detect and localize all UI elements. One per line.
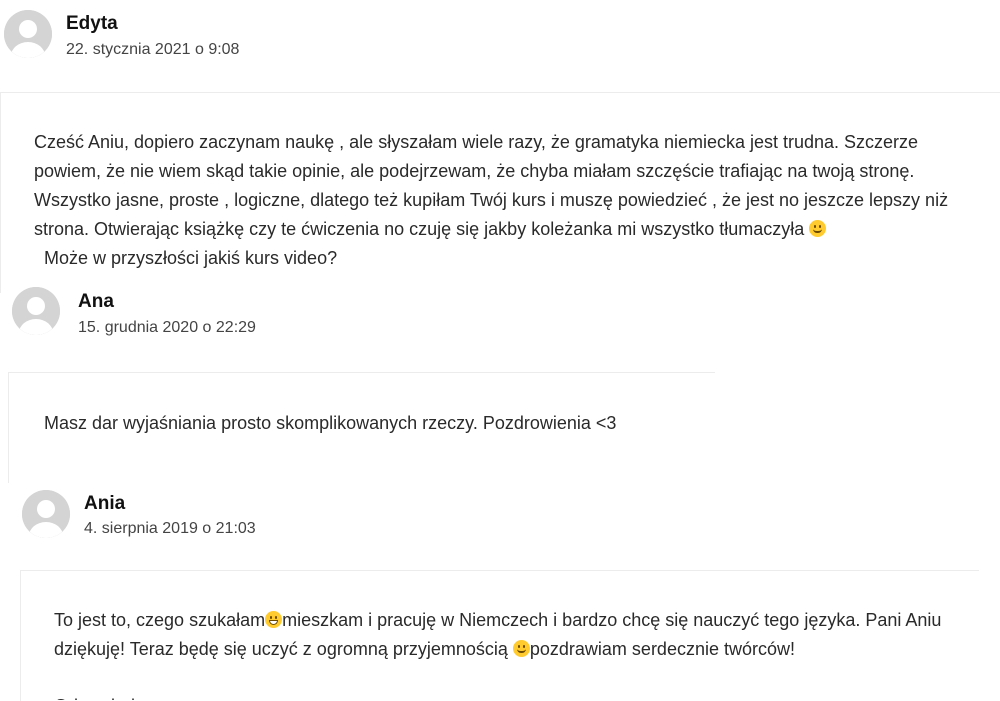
reply-link[interactable]: Odpowiedz: [54, 692, 144, 700]
comment-author[interactable]: Ana: [78, 291, 114, 313]
comment-author[interactable]: Edyta: [66, 13, 118, 35]
grinning-face-icon: [265, 611, 283, 628]
comment-date[interactable]: 15. grudnia 2020 o 22:29: [78, 319, 256, 337]
comment-date[interactable]: 22. stycznia 2021 o 9:08: [66, 41, 239, 59]
avatar: [4, 10, 52, 58]
user-silhouette-icon: [22, 490, 70, 538]
comment-text-part: Może w przyszłości jakiś kurs video?: [34, 248, 338, 268]
comment-text: Cześć Aniu, dopiero zaczynam naukę , ale…: [34, 128, 984, 273]
comment-date[interactable]: 4. sierpnia 2019 o 21:03: [84, 520, 256, 538]
comment-text-part: pozdrawiam serdecznie twórców!: [529, 639, 795, 659]
comment-text: To jest to, czego szukałam mieszkam i pra…: [54, 606, 974, 664]
avatar: [12, 287, 60, 335]
comment-text: Masz dar wyjaśniania prosto skomplikowan…: [44, 409, 724, 438]
avatar: [22, 490, 70, 538]
slightly-smiling-face-icon: [512, 640, 530, 657]
user-silhouette-icon: [4, 10, 52, 58]
comment-text-part: To jest to, czego szukałam: [54, 610, 266, 630]
comment-author[interactable]: Ania: [84, 493, 125, 515]
slightly-smiling-face-icon: [809, 220, 827, 237]
comment-text-part: Masz dar wyjaśniania prosto skomplikowan…: [44, 413, 617, 433]
user-silhouette-icon: [12, 287, 60, 335]
